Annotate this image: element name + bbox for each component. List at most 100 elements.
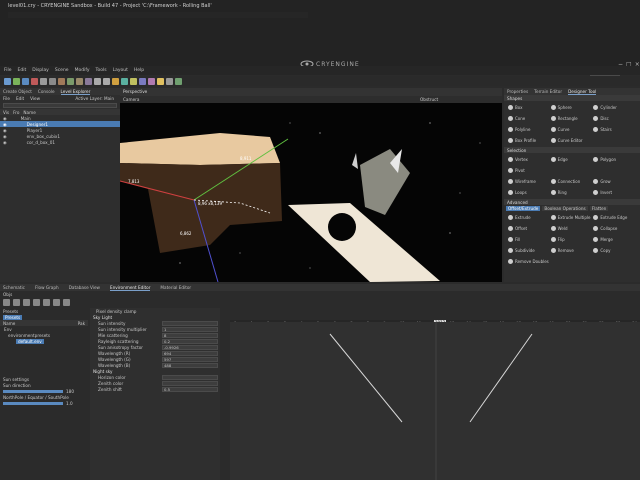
link-icon[interactable] [76, 77, 83, 85]
prop-value-field[interactable]: 0.2 [162, 338, 218, 344]
white-platform[interactable] [288, 203, 440, 282]
tab-properties[interactable]: Properties [507, 89, 528, 94]
menu-edit-left[interactable]: Edit [16, 96, 24, 101]
shapes-tool-1[interactable]: Sphere [550, 103, 594, 112]
export-icon[interactable] [175, 77, 182, 85]
selection-tool-9[interactable]: Loops [508, 188, 551, 197]
shapes-tool-6[interactable]: Polyline [508, 125, 551, 134]
undo-env-icon[interactable] [13, 299, 20, 306]
sun-direction-slider[interactable] [3, 389, 63, 393]
rotate-tool-icon[interactable] [22, 77, 29, 85]
selection-tool-10[interactable]: Ring [550, 188, 594, 197]
advanced-tool-1[interactable]: Extrude Multiple [550, 213, 594, 222]
perspective-viewport[interactable]: 8,911 7,813 6,862 8,96 x8,139 [120, 103, 502, 282]
visibility-icon[interactable]: ◉ [3, 116, 7, 121]
advanced-tool-10[interactable]: Remove [550, 246, 594, 255]
advanced-tool-8[interactable]: Merge [593, 235, 636, 244]
advanced-tool-12[interactable]: Remove Doubles [508, 257, 551, 266]
selection-tool-0[interactable]: Vertex [508, 155, 551, 164]
shapes-tool-2[interactable]: Cylinder [593, 103, 636, 112]
tab-database-view[interactable]: Database View [69, 285, 100, 290]
ai-icon[interactable] [121, 77, 128, 85]
visibility-icon[interactable]: ◉ [3, 122, 7, 127]
curve-editor[interactable] [230, 322, 640, 480]
menu-layout[interactable]: Layout [113, 68, 128, 73]
advanced-tool-2[interactable]: Extrude Edge [593, 213, 636, 222]
shapes-tool-4[interactable]: Rectangle [550, 114, 594, 123]
snap-icon[interactable] [40, 77, 47, 85]
menu-display[interactable]: Display [32, 68, 49, 73]
designer-box-side[interactable] [120, 163, 282, 253]
shapes-tool-10[interactable]: Curve Editor [550, 136, 594, 145]
unlink-icon[interactable] [85, 77, 92, 85]
level-search-input[interactable] [3, 103, 117, 108]
lighting-icon[interactable] [157, 77, 164, 85]
selection-tool-3[interactable]: Pivot [508, 166, 551, 175]
tab-create-object[interactable]: Create Object [3, 89, 32, 94]
menu-help[interactable]: Help [134, 68, 144, 73]
visibility-icon[interactable]: ◉ [3, 140, 7, 145]
curve-segment-left[interactable] [329, 333, 403, 423]
shapes-tool-9[interactable]: Box Profile [508, 136, 551, 145]
prop-value-field[interactable]: 0.5 [162, 386, 218, 392]
tab-perspective[interactable]: Perspective [123, 89, 147, 94]
ship-structure[interactable] [360, 149, 410, 215]
redo-env-icon[interactable] [23, 299, 30, 306]
presets-tab[interactable]: Presets [3, 314, 23, 320]
game-icon[interactable] [130, 77, 137, 85]
prop-value-field[interactable]: 694 [162, 350, 218, 356]
prop-value-field[interactable] [162, 380, 218, 386]
tab-schematic[interactable]: Schematic [3, 285, 25, 290]
shapes-tool-3[interactable]: Cone [508, 114, 551, 123]
menu-scene[interactable]: Scene [55, 68, 69, 73]
camera-dropdown[interactable]: Camera [123, 97, 139, 102]
selection-tool-2[interactable]: Polygon [593, 155, 636, 164]
prop-value-field[interactable]: 8 [162, 332, 218, 338]
tab-designer-tool[interactable]: Designer Tool [568, 89, 597, 95]
advanced-tool-6[interactable]: Fill [508, 235, 551, 244]
selection-tool-8[interactable]: Grow [593, 177, 636, 186]
preset-default-env[interactable]: default.env [16, 338, 44, 344]
tab-terrain-editor[interactable]: Terrain Editor [534, 89, 562, 94]
advanced-tool-7[interactable]: Flip [550, 235, 594, 244]
selection-tool-6[interactable]: Wireframe [508, 177, 551, 186]
shapes-tool-0[interactable]: Box [508, 103, 551, 112]
advanced-tool-0[interactable]: Extrude [508, 213, 551, 222]
north-pole-value[interactable]: 1.0 [66, 401, 73, 406]
angle-snap-icon[interactable] [58, 77, 65, 85]
reset-icon[interactable] [63, 299, 70, 306]
copy-icon[interactable] [43, 299, 50, 306]
new-preset-icon[interactable] [3, 299, 10, 306]
prop-value-field[interactable] [162, 374, 218, 380]
prop-value-field[interactable]: 597 [162, 356, 218, 362]
prop-value-field[interactable] [162, 320, 218, 326]
advanced-tool-4[interactable]: Weld [550, 224, 594, 233]
menu-file[interactable]: File [4, 68, 12, 73]
tab-level-explorer[interactable]: Level Explorer [60, 89, 91, 95]
tab-environment-editor[interactable]: Environment Editor [109, 285, 151, 291]
undo-icon[interactable] [94, 77, 101, 85]
curve-segment-right[interactable] [469, 333, 533, 423]
layer-icon[interactable] [139, 77, 146, 85]
menu-edit[interactable]: Edit [18, 68, 27, 73]
select-tool-icon[interactable] [4, 77, 11, 85]
visibility-icon[interactable]: ◉ [3, 134, 7, 139]
menu-tools[interactable]: Tools [96, 68, 107, 73]
selection-tool-11[interactable]: Invert [593, 188, 636, 197]
material-icon[interactable] [148, 77, 155, 85]
advanced-tool-11[interactable]: Copy [593, 246, 636, 255]
tab-offset-extrude[interactable]: Offset/Extrude [506, 205, 541, 211]
tab-console[interactable]: Console [38, 89, 55, 94]
shapes-tool-8[interactable]: Stairs [593, 125, 636, 134]
selection-tool-1[interactable]: Edge [550, 155, 594, 164]
selection-tool-7[interactable]: Connection [550, 177, 594, 186]
redo-icon[interactable] [103, 77, 110, 85]
tab-material-editor[interactable]: Material Editor [160, 285, 191, 290]
tab-boolean-operations[interactable]: Boolean Operations [542, 205, 588, 211]
paste-icon[interactable] [53, 299, 60, 306]
menu-file-left[interactable]: File [3, 96, 10, 101]
camera-icon[interactable] [166, 77, 173, 85]
prop-value-field[interactable]: 1 [162, 326, 218, 332]
tab-flatten[interactable]: Flatten [589, 205, 609, 211]
grid-icon[interactable] [49, 77, 56, 85]
